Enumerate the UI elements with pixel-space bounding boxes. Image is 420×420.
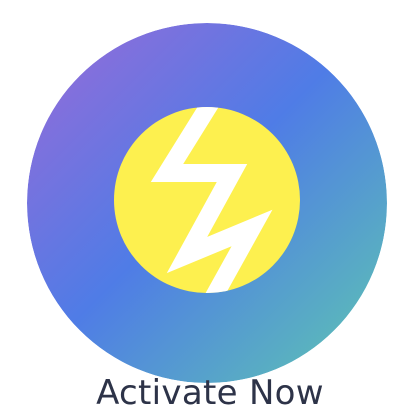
activation-badge[interactable] <box>27 23 387 383</box>
activate-now-label: Activate Now <box>96 373 324 413</box>
badge-graphic <box>27 23 387 383</box>
activate-now-button[interactable]: Activate Now <box>0 0 420 420</box>
